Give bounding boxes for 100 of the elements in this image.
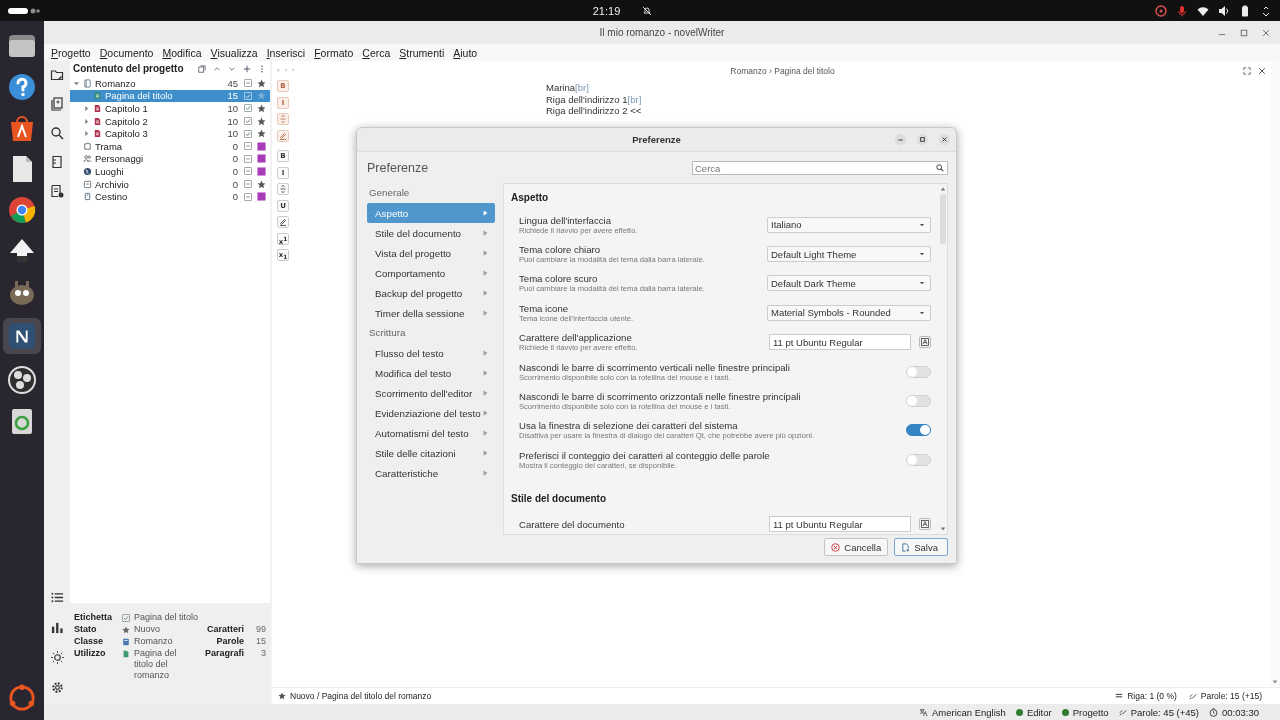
nav-item[interactable]: Vista del progetto [367,243,495,263]
dropdown[interactable]: Default Light Theme [767,246,931,263]
settings-icon[interactable] [50,681,64,694]
font-field[interactable]: 11 pt Ubuntu Regular [769,516,911,533]
copy-icon[interactable] [198,64,206,73]
setting-label: Tema colore chiaro [519,244,602,256]
sun-icon[interactable] [50,651,64,664]
nav-item[interactable]: Caratteristiche [367,463,495,483]
microphone-icon[interactable] [1176,4,1188,17]
tree-item[interactable]: Archivio 0 [70,177,270,191]
trash-icon [83,192,92,202]
setting-label: Nascondi le barre di scorrimento orizzontali nelle finestre principali [519,391,801,403]
cancel-icon [831,542,841,552]
document-add-icon[interactable] [50,97,64,111]
nav-item[interactable]: Evidenziazione del testo [367,403,495,423]
toggle-switch[interactable] [906,424,931,437]
active-app-tile[interactable] [3,318,41,354]
maximize-icon[interactable] [917,134,928,145]
dropdown[interactable]: Material Symbols - Rounded [767,304,931,321]
nav-item[interactable]: Modifica del testo [367,363,495,383]
nav-item[interactable]: Stile delle citazioni [367,443,495,463]
caret-icon [919,221,925,228]
word-count: 10 [226,128,238,140]
close-icon[interactable] [939,134,950,145]
menu-item[interactable]: Modifica [162,46,202,59]
setting-label: Tema icone [519,302,570,314]
close-icon[interactable] [1262,29,1270,37]
plus-icon[interactable] [243,64,251,73]
close-icon[interactable] [1258,67,1266,75]
font-field[interactable]: 11 pt Ubuntu Regular [769,334,911,351]
collapse-arrow-icon[interactable] [83,117,90,125]
bar-chart-icon[interactable] [50,621,64,634]
browser-icon[interactable] [7,195,37,225]
section-heading: Stile del documento [511,492,607,504]
more-options-icon[interactable] [258,64,266,73]
maximize-icon[interactable] [1240,29,1248,37]
highlight-button[interactable] [277,216,289,228]
dropdown[interactable]: Default Dark Theme [767,275,931,292]
document-icon [93,129,102,139]
recorder-icon[interactable] [7,365,37,395]
wifi-icon[interactable] [1197,4,1209,17]
battery-icon[interactable] [1239,4,1251,17]
workspace-indicator-icon[interactable] [8,6,40,15]
nav-item[interactable]: Stile del documento [367,223,495,243]
collapse-arrow-icon[interactable] [83,105,90,112]
document-error-icon[interactable] [50,184,64,198]
nav-item[interactable]: Timer della sessione [367,303,495,323]
save-button[interactable]: Salva [894,538,948,556]
tree-item[interactable]: Capitolo 1 10 [70,102,270,115]
chevron-up-icon[interactable] [213,64,221,73]
search-field[interactable]: Cerca [692,161,948,175]
volume-icon[interactable] [1218,4,1230,17]
app-grid-icon[interactable] [8,684,36,712]
caret-icon [483,470,488,476]
menu-item[interactable]: Inserisci [266,46,306,59]
steering-wheel-icon[interactable] [1155,4,1167,17]
menu-item[interactable]: Visualizza [210,46,258,59]
word-count: 0 [231,191,238,203]
word-count: Parole: 45 (+45) [1130,706,1199,718]
menu-item[interactable]: Formato [314,46,354,59]
clock[interactable]: 21:19 [592,4,621,17]
fullscreen-icon[interactable] [1243,67,1251,75]
tree-item[interactable]: Pagina del titolo 15 [70,89,270,103]
menu-item[interactable]: Strumenti [399,46,445,59]
nav-item[interactable]: Backup del progetto [367,283,495,303]
tree-item[interactable]: Luoghi 0 [70,165,270,178]
search-icon[interactable] [50,126,64,140]
folder-edit-icon[interactable] [50,68,64,82]
nav-item[interactable]: Comportamento [367,263,495,283]
scroll-down-icon[interactable] [939,526,946,532]
tree-item[interactable]: Romanzo 45 [70,77,270,90]
nav-item[interactable]: Flusso del testo [367,343,495,363]
minimize-icon[interactable] [895,134,906,145]
menu-item[interactable]: Documento [99,46,154,59]
novelwriter-icon [8,322,36,350]
menu-item[interactable]: Cerca [362,46,391,59]
font-picker-button[interactable] [919,518,931,531]
word-count: 10 [226,115,238,127]
cancel-button[interactable]: Cancella [824,538,889,556]
menu-item[interactable]: Progetto [51,46,91,59]
tree-item[interactable]: Capitolo 2 10 [70,114,270,128]
font-picker-button[interactable] [919,336,931,349]
scroll-down-icon[interactable] [1272,679,1278,685]
list-icon[interactable] [50,591,64,604]
menu-item[interactable]: Aiuto [453,46,478,59]
collapse-arrow-icon[interactable] [83,130,90,138]
nav-item[interactable]: Automatismi del testo [367,423,495,443]
tree-item[interactable]: Capitolo 3 10 [70,127,270,140]
nav-item[interactable]: Scorrimento dell'editor [367,383,495,403]
tree-item[interactable]: Personaggi 0 [70,152,270,166]
spell-language[interactable]: American English [931,706,1006,718]
strikethrough-button[interactable] [277,183,289,195]
tree-item[interactable]: Cestino 0 [70,190,270,203]
document-icon[interactable] [50,155,64,169]
scroll-up-icon[interactable] [939,186,946,192]
dropdown[interactable]: Italiano [767,216,931,233]
tree-item[interactable]: Trama 0 [70,139,270,153]
highlight-button[interactable] [277,129,289,142]
expand-arrow-icon[interactable] [73,79,80,87]
help-icon[interactable] [7,72,37,102]
